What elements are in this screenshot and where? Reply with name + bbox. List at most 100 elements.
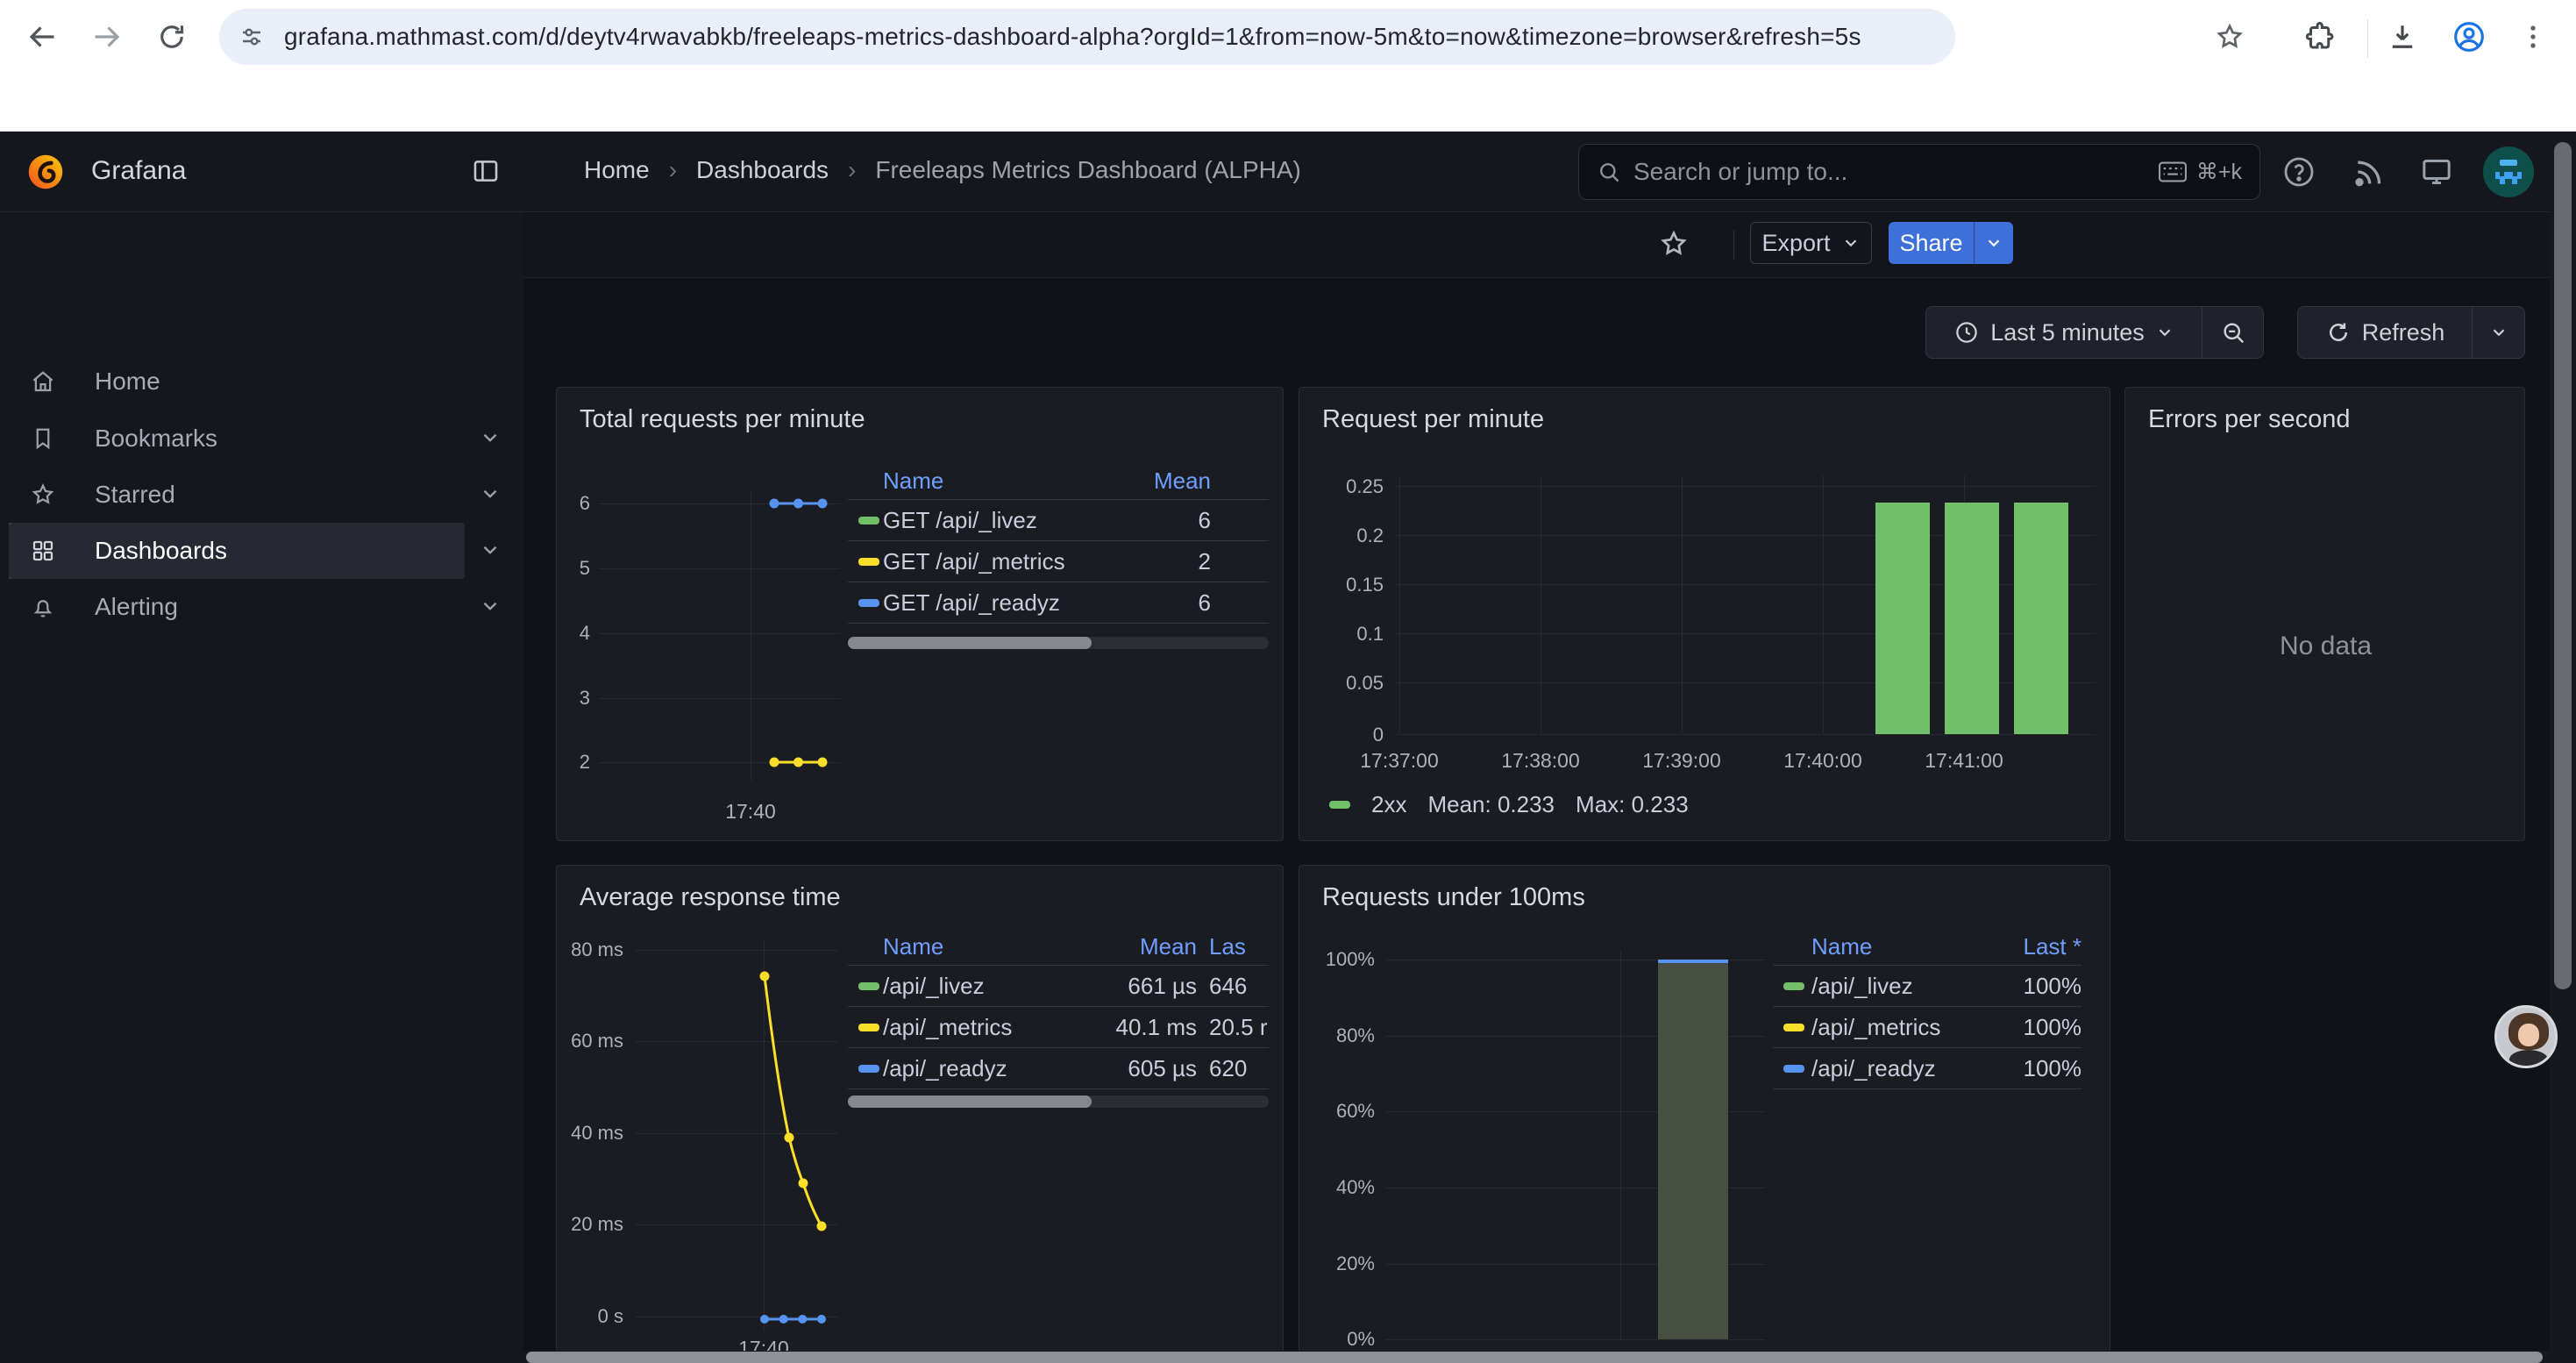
sidebar-item-bookmarks[interactable]: Bookmarks — [9, 410, 465, 467]
legend-header-row: Name Mean Las — [848, 929, 1269, 966]
site-settings-icon — [238, 24, 265, 50]
y-tick: 20% — [1299, 1252, 1375, 1275]
legend-row[interactable]: /api/_readyz 100% — [1773, 1048, 2081, 1089]
breadcrumb-separator: › — [669, 156, 677, 184]
legend-header-name[interactable]: Name — [883, 467, 1113, 495]
browser-profile-button[interactable] — [2451, 19, 2487, 54]
gridline — [1399, 475, 1400, 734]
legend-row[interactable]: GET /api/_readyz 6 — [848, 582, 1269, 624]
share-button[interactable]: Share — [1889, 222, 1974, 264]
home-icon — [30, 368, 56, 395]
grafana-logo[interactable] — [26, 153, 65, 191]
sidebar-item-starred[interactable]: Starred — [9, 467, 465, 523]
scrollbar-thumb[interactable] — [848, 1095, 1092, 1108]
series-name[interactable]: 2xx — [1371, 791, 1406, 818]
browser-toolbar: grafana.mathmast.com/d/deytv4rwavabkb/fr… — [0, 0, 2576, 74]
legend-row[interactable]: GET /api/_metrics 2 — [848, 541, 1269, 582]
sidebar-item-alerting[interactable]: Alerting — [9, 579, 465, 635]
refresh-interval-button[interactable] — [2472, 307, 2524, 358]
horizontal-scrollbar-thumb[interactable] — [526, 1352, 2543, 1363]
address-bar[interactable]: grafana.mathmast.com/d/deytv4rwavabkb/fr… — [219, 9, 1955, 65]
bar-under-100ms — [1658, 960, 1728, 1339]
browser-reload-button[interactable] — [156, 21, 188, 53]
sidebar-toggle-button[interactable] — [471, 156, 501, 186]
chevron-down-icon[interactable] — [479, 482, 502, 505]
legend-scrollbar[interactable] — [848, 637, 1269, 649]
refresh-icon — [2325, 319, 2352, 346]
legend-header-last[interactable]: Last * — [1987, 933, 2081, 960]
zoom-out-time-button[interactable] — [2202, 307, 2263, 358]
y-tick: 0.15 — [1299, 574, 1384, 596]
avatar-art — [2518, 1024, 2539, 1046]
legend-row[interactable]: GET /api/_livez 6 — [848, 500, 1269, 541]
grafana-app: Grafana Home › Dashboards › Freeleaps Me… — [0, 132, 2576, 1363]
legend-header-last[interactable]: Las — [1209, 933, 1269, 960]
share-menu-button[interactable] — [1974, 222, 2013, 264]
breadcrumb-home[interactable]: Home — [584, 156, 650, 184]
extensions-puzzle-icon — [2304, 21, 2336, 53]
time-range-picker[interactable]: Last 5 minutes — [1926, 307, 2202, 358]
legend-header-mean[interactable]: Mean — [1113, 467, 1211, 495]
legend-row[interactable]: /api/_metrics 40.1 ms 20.5 r — [848, 1007, 1269, 1048]
series-name: /api/_metrics — [883, 1014, 1093, 1041]
breadcrumb-dashboards[interactable]: Dashboards — [696, 156, 829, 184]
toolbar-divider — [2367, 19, 2368, 58]
vertical-scrollbar-thumb[interactable] — [2554, 142, 2572, 989]
series-mean: 6 — [1113, 589, 1211, 617]
downloads-button[interactable] — [2387, 21, 2418, 53]
y-tick: 0.1 — [1299, 623, 1384, 646]
legend-header-name[interactable]: Name — [883, 933, 1093, 960]
help-button[interactable] — [2281, 154, 2316, 189]
star-icon — [2214, 21, 2245, 53]
keyboard-icon — [2158, 161, 2188, 183]
floating-avatar[interactable] — [2494, 1005, 2558, 1068]
display-button[interactable] — [2419, 154, 2454, 189]
panel-toggle-icon — [471, 156, 501, 186]
series-color-pill — [1783, 1024, 1804, 1031]
legend-row[interactable]: /api/_readyz 605 µs 620 — [848, 1048, 1269, 1089]
chevron-down-icon[interactable] — [479, 539, 502, 561]
series-mean: 661 µs — [1093, 973, 1197, 1000]
y-tick: 0% — [1299, 1328, 1375, 1351]
sidebar-item-label: Alerting — [95, 593, 178, 621]
browser-forward-button[interactable] — [91, 21, 123, 53]
user-avatar[interactable] — [2482, 146, 2535, 198]
favorite-dashboard-button[interactable] — [1658, 228, 1690, 260]
profile-icon — [2451, 19, 2487, 54]
sidebar-item-dashboards[interactable]: Dashboards — [9, 523, 465, 579]
legend-scrollbar[interactable] — [848, 1095, 1269, 1108]
grafana-logo-icon — [26, 153, 65, 191]
browser-menu-button[interactable] — [2518, 21, 2548, 53]
bookmark-page-button[interactable] — [2214, 21, 2245, 53]
y-tick: 60% — [1299, 1100, 1375, 1123]
series-mean: 605 µs — [1093, 1055, 1197, 1082]
scrollbar-thumb[interactable] — [848, 637, 1092, 649]
panel-total-requests: Total requests per minute 6 5 4 3 2 17:4… — [556, 387, 1284, 841]
x-tick: 17:40 — [707, 800, 794, 824]
search-input[interactable]: Search or jump to... ⌘+k — [1578, 144, 2260, 200]
x-tick: 17:37:00 — [1338, 749, 1461, 773]
no-data-message: No data — [2125, 632, 2525, 661]
legend-header-mean[interactable]: Mean — [1093, 933, 1197, 960]
chevron-down-icon — [1841, 233, 1861, 253]
extensions-button[interactable] — [2304, 21, 2336, 53]
legend-table: Name Mean Las /api/_livez 661 µs 646 /ap… — [848, 929, 1269, 1089]
legend-row[interactable]: /api/_livez 661 µs 646 — [848, 966, 1269, 1007]
sidebar-item-home[interactable]: Home — [9, 353, 465, 410]
series-color-pill — [858, 1065, 879, 1073]
grafana-header: Grafana Home › Dashboards › Freeleaps Me… — [0, 132, 2576, 212]
series-color-pill — [1783, 982, 1804, 990]
chevron-down-icon[interactable] — [479, 595, 502, 617]
panel-title: Request per minute — [1322, 405, 1544, 434]
legend-row[interactable]: /api/_metrics 100% — [1773, 1007, 2081, 1048]
chevron-down-icon[interactable] — [479, 426, 502, 449]
y-tick: 0.2 — [1299, 525, 1384, 547]
series-name: /api/_readyz — [1811, 1055, 1987, 1082]
news-button[interactable] — [2351, 154, 2386, 189]
refresh-button[interactable]: Refresh — [2298, 307, 2472, 358]
legend-header-name[interactable]: Name — [1811, 933, 1987, 960]
sidebar-item-label: Bookmarks — [95, 425, 217, 453]
export-button[interactable]: Export — [1750, 222, 1872, 264]
legend-row[interactable]: /api/_livez 100% — [1773, 966, 2081, 1007]
browser-back-button[interactable] — [26, 21, 58, 53]
